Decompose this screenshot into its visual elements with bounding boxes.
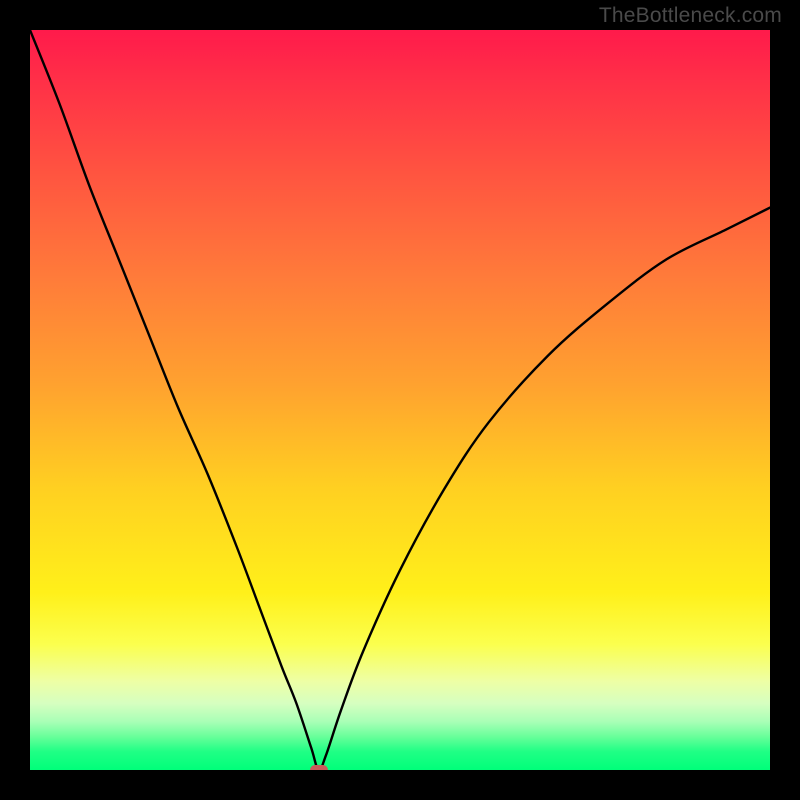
bottleneck-curve-svg [30,30,770,770]
outer-frame: TheBottleneck.com [0,0,800,800]
bottleneck-curve-path [30,30,770,770]
optimal-point-marker [310,765,328,770]
watermark-text: TheBottleneck.com [599,4,782,28]
plot-area [30,30,770,770]
